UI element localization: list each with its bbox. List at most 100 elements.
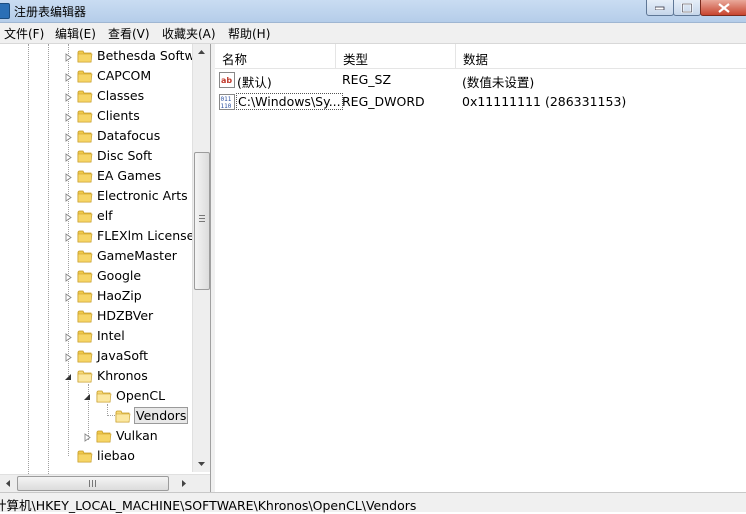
- tree-item-label: Vulkan: [116, 428, 158, 443]
- tree-item-label: elf: [97, 208, 113, 223]
- folder-icon: [77, 188, 93, 204]
- folder-icon: [77, 288, 93, 304]
- collapsed-triangle-icon[interactable]: [64, 71, 73, 82]
- folder-icon: [77, 308, 93, 324]
- tree-item[interactable]: FLEXlm License I: [0, 226, 210, 246]
- binary-value-icon: 011 110: [219, 94, 235, 110]
- collapsed-triangle-icon[interactable]: [64, 171, 73, 182]
- tree-item-label: EA Games: [97, 168, 162, 183]
- tree-item-label: Bethesda Softwo: [97, 48, 203, 63]
- expanded-triangle-icon[interactable]: [83, 391, 92, 400]
- value-data: 0x11111111 (286331153): [462, 94, 627, 109]
- tree-item[interactable]: Google: [0, 266, 210, 286]
- collapsed-triangle-icon[interactable]: [64, 231, 73, 242]
- menu-file[interactable]: 文件(F): [2, 25, 46, 42]
- title-bar: 注册表编辑器: [0, 0, 746, 23]
- column-header-data[interactable]: 数据: [456, 44, 746, 69]
- menu-view[interactable]: 查看(V): [106, 25, 152, 42]
- tree-item[interactable]: Vulkan: [0, 426, 210, 446]
- tree-item-label: Vendors: [134, 407, 189, 424]
- scroll-down-arrow-icon[interactable]: [193, 455, 210, 472]
- tree-vertical-scrollbar[interactable]: [192, 44, 210, 472]
- tree-item[interactable]: elf: [0, 206, 210, 226]
- collapsed-triangle-icon[interactable]: [64, 151, 73, 162]
- tree-item[interactable]: Bethesda Softwo: [0, 46, 210, 66]
- folder-icon: [77, 348, 93, 364]
- tree-horizontal-scrollbar[interactable]: [0, 474, 210, 492]
- tree-item-label: liebao: [97, 448, 135, 463]
- svg-text:110: 110: [221, 103, 232, 110]
- tree-item[interactable]: Datafocus: [0, 126, 210, 146]
- svg-text:011: 011: [221, 96, 232, 103]
- tree-item[interactable]: Clients: [0, 106, 210, 126]
- tree-item-label: Electronic Arts: [97, 188, 188, 203]
- folder-icon: [77, 268, 93, 284]
- collapsed-triangle-icon[interactable]: [64, 271, 73, 282]
- value-row-default[interactable]: ab (默认) REG_SZ (数值未设置): [215, 69, 746, 91]
- scroll-left-arrow-icon[interactable]: [0, 475, 17, 492]
- tree-item-label: Google: [97, 268, 142, 283]
- folder-icon: [77, 108, 93, 124]
- tree-item[interactable]: OpenCL: [0, 386, 210, 406]
- close-button[interactable]: [700, 0, 746, 16]
- tree-item[interactable]: EA Games: [0, 166, 210, 186]
- scroll-up-arrow-icon[interactable]: [193, 44, 210, 61]
- tree-item[interactable]: Electronic Arts: [0, 186, 210, 206]
- expanded-triangle-icon[interactable]: [64, 371, 73, 380]
- open-folder-icon: [115, 408, 131, 424]
- tree-item-label: Datafocus: [97, 128, 161, 143]
- window-title: 注册表编辑器: [14, 5, 87, 19]
- tree-scroll-thumb[interactable]: [194, 152, 210, 290]
- collapsed-triangle-icon[interactable]: [64, 291, 73, 302]
- tree-item-label: OpenCL: [116, 388, 166, 403]
- tree-item[interactable]: Disc Soft: [0, 146, 210, 166]
- tree-item-label: Khronos: [97, 368, 148, 383]
- collapsed-triangle-icon[interactable]: [64, 191, 73, 202]
- tree-item[interactable]: CAPCOM: [0, 66, 210, 86]
- value-row-dword[interactable]: 011 110 C:\Windows\Sy... REG_DWORD 0x111…: [215, 91, 746, 113]
- tree-hscroll-thumb[interactable]: [17, 476, 169, 491]
- string-value-icon: ab: [219, 72, 235, 88]
- menu-help[interactable]: 帮助(H): [226, 25, 272, 42]
- tree-item-label: Clients: [97, 108, 140, 123]
- tree-item[interactable]: GameMaster: [0, 246, 210, 266]
- svg-text:ab: ab: [221, 76, 232, 85]
- status-path: 计算机\HKEY_LOCAL_MACHINE\SOFTWARE\Khronos\…: [0, 498, 417, 513]
- maximize-button[interactable]: [673, 0, 701, 16]
- menu-bar: 文件(F) 编辑(E) 查看(V) 收藏夹(A) 帮助(H): [0, 23, 746, 44]
- registry-tree: Bethesda Softwo CAPCOM Classes Clients Dataf…: [0, 44, 211, 492]
- value-name: (默认): [237, 75, 272, 90]
- tree-item-label: Intel: [97, 328, 125, 343]
- minimize-button[interactable]: [646, 0, 674, 16]
- tree-item[interactable]: HaoZip: [0, 286, 210, 306]
- collapsed-triangle-icon[interactable]: [64, 351, 73, 362]
- tree-item[interactable]: JavaSoft: [0, 346, 210, 366]
- scroll-right-arrow-icon[interactable]: [175, 475, 192, 492]
- value-name: C:\Windows\Sy...: [236, 93, 343, 110]
- status-bar: 计算机\HKEY_LOCAL_MACHINE\SOFTWARE\Khronos\…: [0, 492, 746, 513]
- tree-item[interactable]: liebao: [0, 446, 210, 466]
- tree-item[interactable]: Khronos: [0, 366, 210, 386]
- folder-icon: [77, 248, 93, 264]
- tree-item-label: JavaSoft: [97, 348, 149, 363]
- collapsed-triangle-icon[interactable]: [64, 331, 73, 342]
- collapsed-triangle-icon[interactable]: [64, 91, 73, 102]
- menu-favorites[interactable]: 收藏夹(A): [160, 25, 218, 42]
- folder-icon: [77, 88, 93, 104]
- tree-item-label: HaoZip: [97, 288, 142, 303]
- tree-item[interactable]: HDZBVer: [0, 306, 210, 326]
- tree-item[interactable]: Classes: [0, 86, 210, 106]
- menu-edit[interactable]: 编辑(E): [53, 25, 98, 42]
- column-header-type[interactable]: 类型: [336, 44, 456, 69]
- tree-item[interactable]: Intel: [0, 326, 210, 346]
- tree-item[interactable]: Vendors: [0, 406, 210, 426]
- collapsed-triangle-icon[interactable]: [83, 431, 92, 442]
- collapsed-triangle-icon[interactable]: [64, 131, 73, 142]
- collapsed-triangle-icon[interactable]: [64, 111, 73, 122]
- registry-values-list: 名称 类型 数据 ab (默认) REG_SZ (数值未设置) 011 110 …: [215, 44, 746, 492]
- regedit-app-icon: [0, 3, 10, 19]
- open-folder-icon: [96, 388, 112, 404]
- collapsed-triangle-icon[interactable]: [64, 51, 73, 62]
- collapsed-triangle-icon[interactable]: [64, 211, 73, 222]
- column-header-name[interactable]: 名称: [215, 44, 336, 69]
